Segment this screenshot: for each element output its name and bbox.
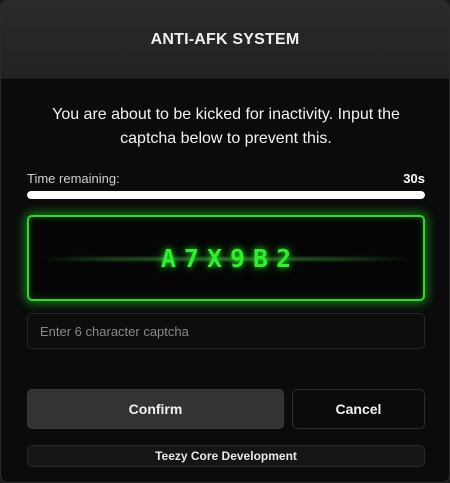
timer-progress-fill — [27, 191, 425, 199]
captcha-code: A7X9B2 — [160, 243, 300, 273]
anti-afk-dialog: ANTI-AFK SYSTEM You are about to be kick… — [0, 0, 450, 483]
captcha-input[interactable] — [27, 313, 425, 349]
footer-credit-badge: Teezy Core Development — [27, 445, 425, 467]
inactivity-message: You are about to be kicked for inactivit… — [52, 106, 400, 147]
dialog-title: ANTI-AFK SYSTEM — [150, 30, 300, 48]
timer-row: Time remaining: 30s — [27, 169, 425, 187]
cancel-button[interactable]: Cancel — [292, 389, 425, 429]
captcha-display: A7X9B2 — [27, 215, 425, 301]
timer-value: 30s — [403, 170, 425, 186]
confirm-button[interactable]: Confirm — [27, 389, 284, 429]
timer-progress-bar — [27, 191, 425, 199]
dialog-header: ANTI-AFK SYSTEM — [1, 1, 449, 79]
timer-label: Time remaining: — [27, 170, 120, 186]
